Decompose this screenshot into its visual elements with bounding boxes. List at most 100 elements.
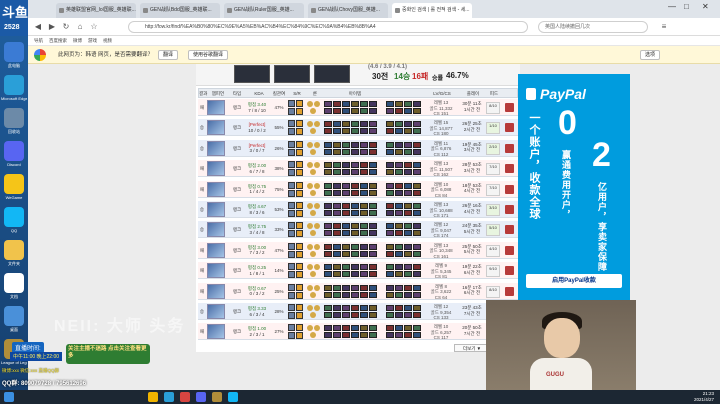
player-champion-icon[interactable] xyxy=(386,271,394,278)
expand-cell[interactable] xyxy=(502,242,516,259)
column-header[interactable]: 타입 xyxy=(229,89,245,99)
player-champion-icon[interactable] xyxy=(413,128,421,135)
player-champion-icon[interactable] xyxy=(413,210,421,216)
player-champion-icon[interactable] xyxy=(395,291,403,298)
player-champion-icon[interactable] xyxy=(404,243,412,250)
player-champion-icon[interactable] xyxy=(413,108,421,114)
maximize-icon[interactable]: □ xyxy=(684,2,689,11)
match-row[interactable]: 패 랭크 평점 2.00 6 / 7 / 8 38% 레벨 13 골드 11,507 CS 1… xyxy=(198,160,518,178)
desktop-app-icon[interactable] xyxy=(4,108,24,128)
player-champion-icon[interactable] xyxy=(386,169,394,176)
browser-tab[interactable]: GEN战队Bdd国服_英雄联... xyxy=(140,3,220,18)
match-row[interactable]: 패 랭크 평점 0.67 0 / 3 / 2 25% 레벨 8 골드 3,622 CS 64 1… xyxy=(198,282,518,300)
player-champion-icon[interactable] xyxy=(413,169,421,176)
player-champion-icon[interactable] xyxy=(404,284,412,291)
player-champion-icon[interactable] xyxy=(413,305,421,311)
minimize-icon[interactable]: — xyxy=(668,2,676,11)
expand-arrow-icon[interactable] xyxy=(505,266,514,276)
translate-options-button[interactable]: 选项 xyxy=(640,50,661,60)
expand-cell[interactable] xyxy=(502,283,516,300)
player-champion-icon[interactable] xyxy=(413,203,421,209)
forward-icon[interactable]: ▶ xyxy=(46,21,58,33)
player-champion-icon[interactable] xyxy=(395,223,403,230)
player-champion-icon[interactable] xyxy=(386,250,394,257)
player-champion-icon[interactable] xyxy=(386,128,394,135)
player-champion-icon[interactable] xyxy=(395,230,403,237)
browser-tab[interactable]: GEN战队Ruler国服_英雄... xyxy=(224,3,304,18)
champion-portrait[interactable] xyxy=(207,263,225,279)
menu-icon[interactable]: ≡ xyxy=(658,21,670,33)
champion-portrait[interactable] xyxy=(207,283,225,299)
player-champion-icon[interactable] xyxy=(386,291,394,298)
player-champion-icon[interactable] xyxy=(395,332,403,339)
desktop-app-icon[interactable] xyxy=(4,273,24,293)
bookmark-item[interactable]: 微博 xyxy=(73,38,82,43)
match-row[interactable]: 승 랭크 [Perfect] 3 / 0 / 7 26% 레벨 11 골드 6,876 CS … xyxy=(198,139,518,157)
desktop-app-icon[interactable] xyxy=(4,174,24,194)
player-champion-icon[interactable] xyxy=(386,148,394,155)
player-champion-icon[interactable] xyxy=(413,284,421,291)
player-champion-icon[interactable] xyxy=(395,108,403,114)
match-row[interactable]: 패 랭크 평점 3.40 7 / 8 / 10 47% 레벨 13 골드 11,332 CS … xyxy=(198,99,518,116)
column-header[interactable]: S/R xyxy=(289,89,305,99)
player-champion-icon[interactable] xyxy=(395,305,403,311)
bookmark-star-icon[interactable]: ☆ xyxy=(88,21,100,33)
column-header[interactable]: KDA xyxy=(247,89,271,99)
column-header[interactable] xyxy=(503,89,517,99)
player-champion-icon[interactable] xyxy=(386,305,394,311)
player-champion-icon[interactable] xyxy=(395,182,403,189)
player-champion-icon[interactable] xyxy=(413,291,421,298)
player-champion-icon[interactable] xyxy=(413,332,421,339)
match-row[interactable]: 승 랭크 평점 4.67 8 / 3 / 6 53% 레벨 13 골드 10,688 CS 1… xyxy=(198,201,518,218)
player-champion-icon[interactable] xyxy=(386,141,394,148)
column-header[interactable]: 플레이 xyxy=(461,89,485,99)
player-champion-icon[interactable] xyxy=(386,210,394,216)
back-icon[interactable]: ◀ xyxy=(32,21,44,33)
bookmark-item[interactable]: 百度搜索 xyxy=(49,38,67,43)
player-champion-icon[interactable] xyxy=(404,108,412,114)
player-champion-icon[interactable] xyxy=(404,148,412,155)
player-champion-icon[interactable] xyxy=(413,264,421,271)
champion-portrait[interactable] xyxy=(207,100,225,115)
player-champion-icon[interactable] xyxy=(413,271,421,278)
player-champion-icon[interactable] xyxy=(413,141,421,148)
desktop-app-icon[interactable] xyxy=(4,306,24,326)
expand-cell[interactable] xyxy=(502,119,516,136)
start-icon[interactable] xyxy=(4,392,14,402)
taskbar-app-icon[interactable] xyxy=(212,392,222,402)
taskbar-app-icon[interactable] xyxy=(228,392,238,402)
expand-arrow-icon[interactable] xyxy=(505,225,514,235)
player-champion-icon[interactable] xyxy=(386,284,394,291)
player-champion-icon[interactable] xyxy=(395,312,403,318)
player-champion-icon[interactable] xyxy=(404,203,412,209)
player-champion-icon[interactable] xyxy=(386,189,394,196)
player-champion-icon[interactable] xyxy=(395,169,403,176)
match-row[interactable]: 패 랭크 평점 3.00 7 / 3 / 2 47% 레벨 13 골드 10,348 CS 1… xyxy=(198,241,518,259)
expand-arrow-icon[interactable] xyxy=(505,205,514,214)
player-champion-icon[interactable] xyxy=(395,121,403,128)
player-champion-icon[interactable] xyxy=(404,189,412,196)
system-clock[interactable]: 21:23 2021/4/27 xyxy=(694,391,714,403)
player-champion-icon[interactable] xyxy=(404,332,412,339)
player-champion-icon[interactable] xyxy=(386,203,394,209)
player-champion-icon[interactable] xyxy=(395,271,403,278)
champion-portrait[interactable] xyxy=(207,304,225,319)
player-champion-icon[interactable] xyxy=(413,189,421,196)
expand-arrow-icon[interactable] xyxy=(505,143,514,153)
player-champion-icon[interactable] xyxy=(413,223,421,230)
player-champion-icon[interactable] xyxy=(404,271,412,278)
desktop-app-icon[interactable] xyxy=(4,240,24,260)
column-header[interactable]: 룬 xyxy=(307,89,323,99)
champion-portrait[interactable] xyxy=(207,140,225,156)
champion-portrait[interactable] xyxy=(207,222,225,238)
player-champion-icon[interactable] xyxy=(404,128,412,135)
expand-arrow-icon[interactable] xyxy=(505,123,514,133)
player-champion-icon[interactable] xyxy=(404,141,412,148)
player-champion-icon[interactable] xyxy=(386,223,394,230)
player-champion-icon[interactable] xyxy=(413,148,421,155)
search-input[interactable]: 英国人陆续撤回几次 xyxy=(538,21,648,33)
player-champion-icon[interactable] xyxy=(404,250,412,257)
desktop-app-icon[interactable] xyxy=(4,207,24,227)
bookmark-item[interactable]: 导航 xyxy=(34,38,43,43)
player-champion-icon[interactable] xyxy=(395,325,403,332)
